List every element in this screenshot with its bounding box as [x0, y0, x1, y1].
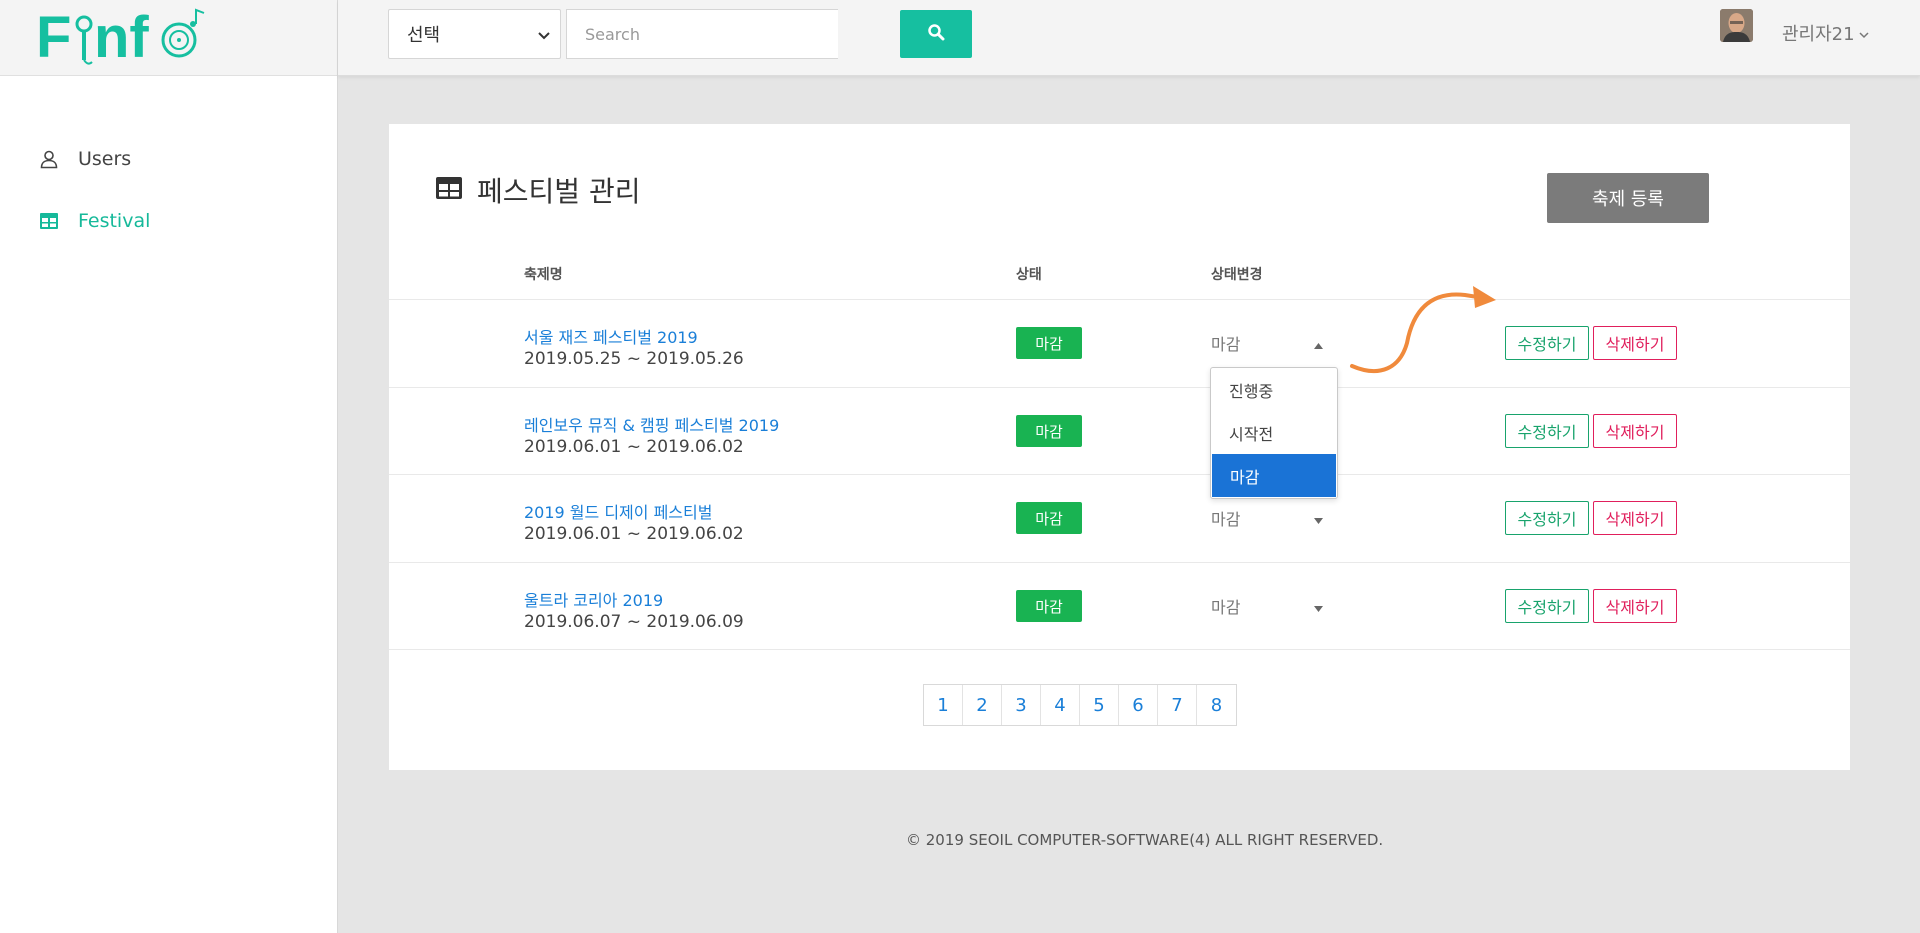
delete-button[interactable]: 삭제하기	[1593, 326, 1677, 360]
page-link[interactable]: 3	[1002, 685, 1041, 725]
user-name: 관리자21	[1782, 24, 1855, 45]
festival-name-link[interactable]: 레인보우 뮤직 & 캠핑 페스티벌 2019	[524, 412, 779, 436]
page-link[interactable]: 8	[1197, 685, 1236, 725]
annotation-arrow	[1350, 286, 1496, 373]
caret-down-icon	[1314, 509, 1323, 528]
search-icon	[927, 23, 945, 45]
festival-dates: 2019.06.01 ~ 2019.06.02	[524, 524, 744, 544]
festival-dates: 2019.06.01 ~ 2019.06.02	[524, 437, 744, 457]
page-link[interactable]: 5	[1080, 685, 1119, 725]
user-icon	[38, 148, 60, 170]
page-link[interactable]: 4	[1041, 685, 1080, 725]
table-icon	[38, 210, 60, 232]
page-title: 페스티벌 관리	[435, 170, 640, 210]
column-header-name: 축제명	[524, 267, 563, 283]
chevron-down-icon	[1859, 23, 1869, 44]
avatar[interactable]	[1720, 9, 1753, 42]
svg-text:nf: nf	[94, 5, 149, 70]
status-badge: 마감	[1016, 415, 1082, 447]
add-festival-button[interactable]: 축제 등록	[1547, 173, 1709, 223]
delete-button[interactable]: 삭제하기	[1593, 414, 1677, 448]
table-row: 울트라 코리아 2019 2019.06.07 ~ 2019.06.09 마감 …	[389, 563, 1850, 650]
sidebar-item-label: Users	[78, 148, 132, 170]
status-select-value: 마감	[1211, 598, 1241, 617]
delete-button[interactable]: 삭제하기	[1593, 501, 1677, 535]
edit-button[interactable]: 수정하기	[1505, 414, 1589, 448]
festival-name-link[interactable]: 울트라 코리아 2019	[524, 587, 663, 611]
column-header-change: 상태변경	[1211, 267, 1263, 283]
pagination: 1 2 3 4 5 6 7 8	[923, 684, 1237, 726]
table-row: 레인보우 뮤직 & 캠핑 페스티벌 2019 2019.06.01 ~ 2019…	[389, 388, 1850, 475]
sidebar-item-festival[interactable]: Festival	[0, 190, 337, 252]
status-option-closed[interactable]: 마감	[1212, 454, 1336, 497]
status-select-value: 마감	[1211, 510, 1241, 529]
delete-button[interactable]: 삭제하기	[1593, 589, 1677, 623]
chevron-down-icon	[538, 24, 550, 45]
festival-dates: 2019.05.25 ~ 2019.05.26	[524, 349, 744, 369]
logo-area: F nf	[0, 0, 337, 76]
table-icon	[435, 176, 463, 204]
finfo-logo[interactable]: F nf	[36, 2, 216, 72]
page-link[interactable]: 6	[1119, 685, 1158, 725]
festival-dates: 2019.06.07 ~ 2019.06.09	[524, 612, 744, 632]
status-dropdown-menu: 진행중 시작전 마감	[1210, 367, 1338, 499]
status-option-not-started[interactable]: 시작전	[1211, 411, 1337, 454]
search-button[interactable]	[900, 10, 972, 58]
svg-text:F: F	[36, 5, 71, 70]
caret-down-icon	[1314, 597, 1323, 616]
page-link[interactable]: 2	[963, 685, 1002, 725]
sidebar-nav: Users Festival	[0, 128, 337, 252]
footer-copyright: © 2019 SEOIL COMPUTER-SOFTWARE(4) ALL RI…	[906, 831, 1384, 849]
sidebar-item-users[interactable]: Users	[0, 128, 337, 190]
festival-name-link[interactable]: 서울 재즈 페스티벌 2019	[524, 324, 698, 348]
page-title-text: 페스티벌 관리	[477, 175, 641, 208]
row-divider	[389, 649, 1850, 650]
table-row: 2019 월드 디제이 페스티벌 2019.06.01 ~ 2019.06.02…	[389, 475, 1850, 562]
status-badge: 마감	[1016, 327, 1082, 359]
sidebar: F nf Users Festival	[0, 0, 338, 933]
status-badge: 마감	[1016, 502, 1082, 534]
festival-name-link[interactable]: 2019 월드 디제이 페스티벌	[524, 499, 712, 523]
topbar: 선택 Search 관리자21	[338, 0, 1920, 76]
edit-button[interactable]: 수정하기	[1505, 501, 1589, 535]
column-header-status: 상태	[1016, 267, 1042, 283]
status-select[interactable]: 마감	[1211, 328, 1331, 358]
edit-button[interactable]: 수정하기	[1505, 326, 1589, 360]
sidebar-item-label: Festival	[78, 210, 151, 232]
table-row: 서울 재즈 페스티벌 2019 2019.05.25 ~ 2019.05.26 …	[389, 300, 1850, 387]
status-select[interactable]: 마감	[1211, 591, 1331, 621]
user-menu[interactable]: 관리자21	[1782, 20, 1869, 46]
search-placeholder: Search	[585, 24, 640, 44]
category-select-value: 선택	[407, 25, 441, 46]
status-option-in-progress[interactable]: 진행중	[1211, 368, 1337, 411]
search-input[interactable]: Search	[566, 9, 838, 59]
category-select[interactable]: 선택	[388, 9, 561, 59]
page-link[interactable]: 7	[1158, 685, 1197, 725]
status-select-value: 마감	[1211, 335, 1241, 354]
status-badge: 마감	[1016, 590, 1082, 622]
festival-card: 페스티벌 관리 축제 등록 축제명 상태 상태변경 서울 재즈 페스티벌 201…	[389, 124, 1850, 770]
page-link[interactable]: 1	[924, 685, 963, 725]
edit-button[interactable]: 수정하기	[1505, 589, 1589, 623]
status-select[interactable]: 마감	[1211, 503, 1331, 533]
caret-up-icon	[1314, 334, 1323, 353]
